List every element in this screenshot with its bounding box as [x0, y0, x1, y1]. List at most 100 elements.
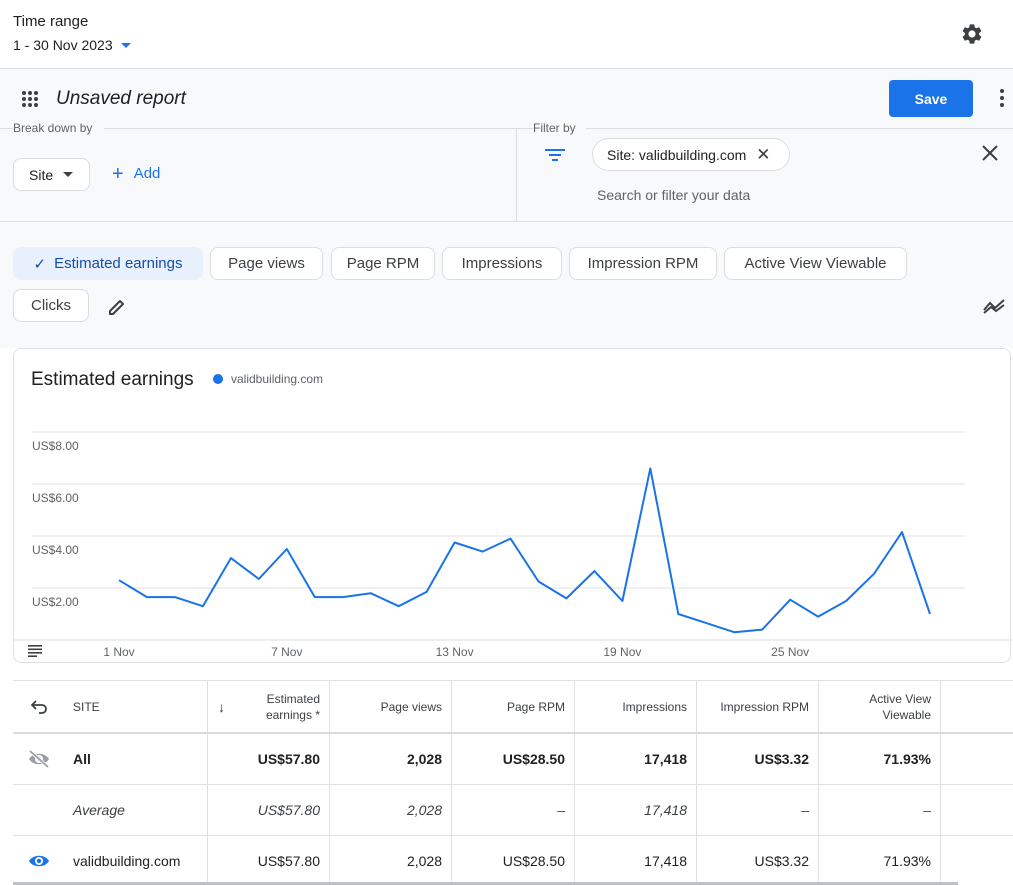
series-line-validbuilding[interactable]	[118, 467, 931, 634]
y-tick-label: US$4.00	[32, 543, 79, 557]
metric-chip-label: Clicks	[31, 297, 71, 314]
column-header-impressions[interactable]: Impressions	[575, 681, 697, 732]
data-point[interactable]	[843, 598, 849, 604]
metric-chip-page-rpm[interactable]: Page RPM	[331, 247, 435, 280]
data-point[interactable]	[340, 594, 346, 600]
y-tick-label: US$6.00	[32, 491, 79, 505]
time-range-value: 1 - 30 Nov 2023	[13, 37, 113, 53]
column-header-site[interactable]: SITE	[65, 681, 208, 732]
time-range-dropdown[interactable]: 1 - 30 Nov 2023	[13, 37, 131, 53]
data-point[interactable]	[535, 579, 541, 585]
settings-gear-icon[interactable]	[960, 22, 984, 46]
data-point[interactable]	[228, 555, 234, 561]
data-point[interactable]	[591, 568, 597, 574]
data-point[interactable]	[452, 540, 458, 546]
divider	[586, 128, 1013, 129]
y-tick-label: US$8.00	[32, 439, 79, 453]
data-point[interactable]	[731, 629, 737, 635]
filter-chip-label: Site: validbuilding.com	[607, 146, 747, 163]
metric-chip-impression-rpm[interactable]: Impression RPM	[569, 247, 717, 280]
column-header-page-rpm[interactable]: Page RPM	[452, 681, 575, 732]
list-icon[interactable]	[28, 645, 42, 657]
cell-impression-rpm: –	[697, 785, 819, 835]
data-point[interactable]	[871, 571, 877, 577]
data-point[interactable]	[368, 590, 374, 596]
time-range-label: Time range	[13, 13, 89, 30]
metric-chip-clicks[interactable]: Clicks	[13, 289, 89, 322]
data-point[interactable]	[759, 627, 765, 633]
filter-search-input[interactable]: Search or filter your data	[597, 187, 750, 203]
add-breakdown-button[interactable]: + Add	[112, 162, 160, 185]
compare-trend-icon[interactable]	[983, 297, 1005, 315]
column-header-label: Active View Viewable	[869, 691, 931, 722]
data-point[interactable]	[284, 546, 290, 552]
pencil-icon[interactable]	[106, 296, 128, 318]
cell-impressions: 17,418	[575, 836, 697, 885]
data-point[interactable]	[927, 611, 933, 617]
save-button[interactable]: Save	[889, 80, 973, 117]
close-icon[interactable]	[981, 144, 999, 162]
metric-chip-label: Page RPM	[346, 255, 420, 272]
column-header-active-view[interactable]: Active View Viewable	[819, 681, 941, 732]
data-point[interactable]	[396, 603, 402, 609]
metric-chip-page-views[interactable]: Page views	[210, 247, 323, 280]
data-point[interactable]	[787, 597, 793, 603]
data-point[interactable]	[200, 603, 206, 609]
report-table: SITE ↓ Estimated earnings * Page views P…	[13, 680, 1013, 885]
data-point[interactable]	[647, 465, 653, 471]
metric-chip-label: Impression RPM	[587, 255, 699, 272]
data-point[interactable]	[899, 529, 905, 535]
data-point[interactable]	[815, 614, 821, 620]
metric-chip-estimated-earnings[interactable]: ✓ Estimated earnings	[13, 247, 203, 280]
data-point[interactable]	[508, 536, 514, 542]
cell-active-view: 71.93%	[819, 734, 941, 784]
cell-estimated-earnings: US$57.80	[208, 836, 330, 885]
breakdown-label: Break down by	[13, 121, 93, 135]
metric-chip-active-view-viewable[interactable]: Active View Viewable	[724, 247, 907, 280]
apps-grid-icon[interactable]	[21, 90, 39, 108]
breakdown-site-select[interactable]: Site	[13, 158, 90, 191]
table-row-average: Average US$57.80 2,028 – 17,418 – –	[13, 785, 1013, 835]
data-point[interactable]	[480, 549, 486, 555]
cell-active-view: –	[819, 785, 941, 835]
back-arrow-icon[interactable]	[13, 681, 65, 732]
data-point[interactable]	[675, 611, 681, 617]
data-point[interactable]	[116, 577, 122, 583]
data-point[interactable]	[424, 589, 430, 595]
report-config-panel: Unsaved report Save Break down by Filter…	[0, 69, 1013, 222]
cell-page-rpm: US$28.50	[452, 836, 575, 885]
more-vert-icon[interactable]	[996, 89, 1008, 109]
cell-impressions: 17,418	[575, 734, 697, 784]
cell-estimated-earnings: US$57.80	[208, 734, 330, 784]
data-point[interactable]	[312, 594, 318, 600]
plus-icon: +	[112, 162, 124, 185]
time-range-bar: Time range 1 - 30 Nov 2023	[0, 0, 1013, 69]
close-icon[interactable]: ✕	[756, 146, 770, 163]
column-header-estimated-earnings[interactable]: ↓ Estimated earnings *	[208, 681, 330, 732]
cell-impression-rpm: US$3.32	[697, 734, 819, 784]
metric-chip-label: Estimated earnings	[54, 255, 183, 272]
x-tick-label: 13 Nov	[436, 645, 474, 659]
visibility-off-icon[interactable]	[13, 734, 65, 784]
cell-impression-rpm: US$3.32	[697, 836, 819, 885]
report-title[interactable]: Unsaved report	[56, 88, 186, 110]
cell-page-views: 2,028	[330, 734, 452, 784]
metric-chip-label: Page views	[228, 255, 305, 272]
cell-page-rpm: –	[452, 785, 575, 835]
line-chart: US$2.00 US$4.00 US$6.00 US$8.00 1 Nov 7 Nov 13…	[14, 431, 1012, 659]
filter-chip-site[interactable]: Site: validbuilding.com ✕	[592, 138, 790, 171]
data-point[interactable]	[703, 620, 709, 626]
column-header-page-views[interactable]: Page views	[330, 681, 452, 732]
data-point[interactable]	[619, 598, 625, 604]
filter-label: Filter by	[533, 121, 576, 135]
column-header-impression-rpm[interactable]: Impression RPM	[697, 681, 819, 732]
visibility-icon[interactable]	[13, 836, 65, 885]
data-point[interactable]	[172, 594, 178, 600]
filter-icon[interactable]	[544, 146, 566, 164]
data-point[interactable]	[144, 594, 150, 600]
metric-chip-impressions[interactable]: Impressions	[442, 247, 562, 280]
data-point[interactable]	[563, 595, 569, 601]
column-header-label: Estimated earnings *	[265, 691, 320, 722]
x-tick-label: 19 Nov	[603, 645, 641, 659]
data-point[interactable]	[256, 576, 262, 582]
